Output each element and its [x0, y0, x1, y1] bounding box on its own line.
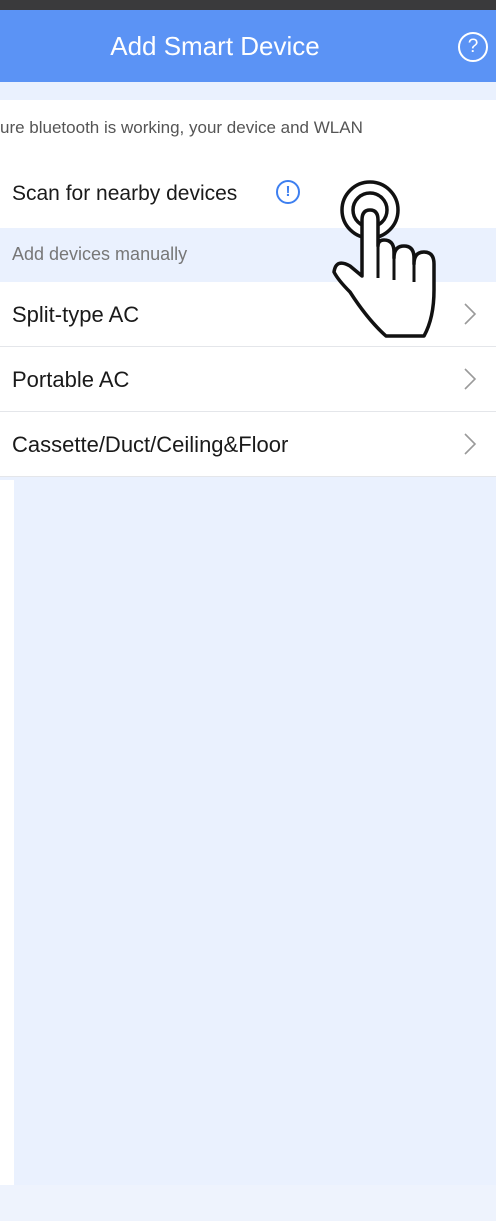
- list-item-cassette-duct[interactable]: Cassette/Duct/Ceiling&Floor: [0, 412, 496, 477]
- list-item-label: Split-type AC: [12, 302, 140, 327]
- left-edge-panel: [0, 480, 14, 1185]
- app-header: Add Smart Device ?: [0, 10, 496, 82]
- list-item-label: Portable AC: [12, 367, 130, 392]
- scan-nearby-label: Scan for nearby devices: [12, 182, 238, 205]
- chevron-right-icon: [464, 368, 477, 390]
- tip-text: ure bluetooth is working, your device an…: [0, 118, 363, 137]
- info-icon[interactable]: !: [276, 180, 300, 204]
- status-bar: [0, 0, 496, 10]
- header-spacer: [0, 82, 496, 100]
- chevron-right-icon: [464, 303, 477, 325]
- bluetooth-tip: ure bluetooth is working, your device an…: [0, 100, 496, 160]
- bottom-edge-panel: [0, 1185, 496, 1221]
- help-icon[interactable]: ?: [458, 32, 488, 62]
- list-item-portable-ac[interactable]: Portable AC: [0, 347, 496, 412]
- page-title: Add Smart Device: [110, 31, 320, 61]
- app-screen: Add Smart Device ? ure bluetooth is work…: [0, 0, 496, 1221]
- chevron-right-icon: [464, 433, 477, 455]
- list-item-label: Cassette/Duct/Ceiling&Floor: [12, 432, 289, 457]
- tap-hand-icon: [332, 180, 436, 338]
- manual-section-label: Add devices manually: [12, 244, 188, 264]
